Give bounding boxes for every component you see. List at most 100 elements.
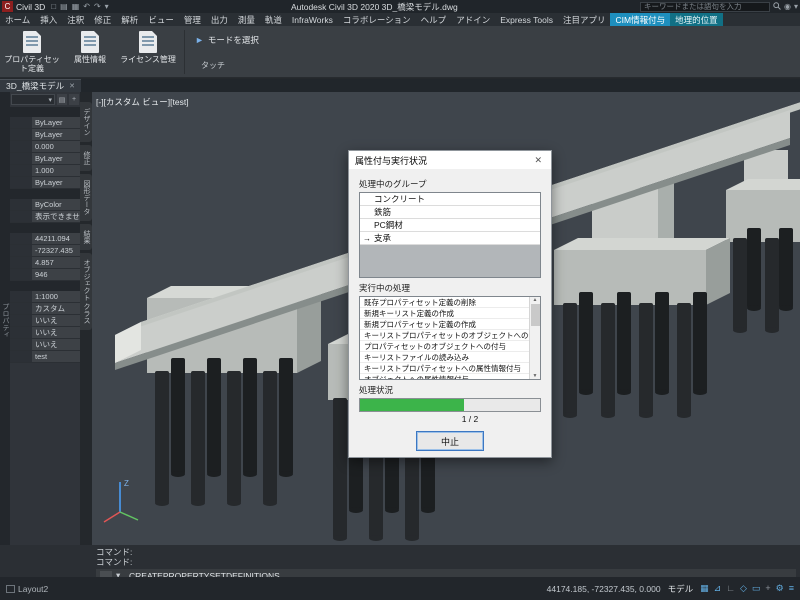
ribbon-tab-help[interactable]: ヘルプ: [416, 13, 452, 26]
property-value[interactable]: いいえ: [32, 315, 80, 326]
document-key-icon: [139, 31, 157, 53]
selection-dropdown[interactable]: ▾: [11, 94, 55, 105]
ribbon-tab-manage[interactable]: 管理: [179, 13, 206, 26]
property-value[interactable]: 946: [32, 269, 80, 280]
scroll-down-icon[interactable]: ▼: [533, 373, 538, 379]
ribbon-panel: プロパティセット定義 属性情報 ライセンス管理 ► モードを選択 タッチ: [0, 26, 800, 78]
property-value[interactable]: ByColor: [32, 199, 80, 210]
app-menu-button[interactable]: Civil 3D: [16, 2, 45, 12]
ortho-icon[interactable]: ∟: [726, 583, 735, 594]
palette-tab[interactable]: 図形データ: [80, 174, 92, 221]
add-selection-icon[interactable]: +: [69, 94, 79, 105]
license-manage-button[interactable]: ライセンス管理: [120, 29, 176, 64]
search-icon[interactable]: [773, 2, 781, 12]
ribbon-tab-annotate[interactable]: 注釈: [62, 13, 89, 26]
property-value[interactable]: 1.000: [32, 165, 80, 176]
ribbon-tab-cim-info[interactable]: CIM情報付与: [610, 13, 670, 26]
ucs-axis-icon: Z: [100, 474, 144, 526]
ribbon-tab-modify[interactable]: 修正: [89, 13, 116, 26]
signin-icon[interactable]: ◉: [784, 2, 791, 11]
pier-far-right: [726, 150, 800, 333]
ribbon-tab-output[interactable]: 出力: [206, 13, 233, 26]
property-value[interactable]: いいえ: [32, 339, 80, 350]
layout-tab[interactable]: Layout2: [6, 584, 48, 594]
cancel-button[interactable]: 中止: [416, 431, 484, 451]
property-value[interactable]: test: [32, 351, 80, 362]
customize-icon[interactable]: ≡: [789, 583, 794, 594]
group-row-current: →支承: [360, 232, 540, 245]
ribbon-tab-featured-apps[interactable]: 注目アプリ: [558, 13, 611, 26]
ribbon-tab-geolocation[interactable]: 地理的位置: [670, 13, 723, 26]
palette-tab[interactable]: デザイン: [80, 102, 92, 142]
save-file-icon[interactable]: ▦: [72, 2, 80, 11]
scrollbar-thumb[interactable]: [531, 304, 540, 326]
close-tab-icon[interactable]: ✕: [69, 82, 75, 90]
property-row: いいえ: [10, 327, 80, 339]
property-value[interactable]: 0.000: [32, 141, 80, 152]
grid-icon[interactable]: ▦: [700, 583, 709, 594]
ribbon-tab-infraworks[interactable]: InfraWorks: [287, 13, 338, 26]
ribbon-tab-addins[interactable]: アドイン: [451, 13, 495, 26]
property-value[interactable]: ByLayer: [32, 129, 80, 140]
property-set-definition-button[interactable]: プロパティセット定義: [4, 29, 60, 73]
palette-tab[interactable]: 結果: [80, 224, 92, 250]
application-window: C Civil 3D □ ▤ ▦ ↶ ↷ ▾ Autodesk Civil 3D…: [0, 0, 800, 600]
palette-title-vertical[interactable]: プロパティ: [0, 92, 10, 545]
property-value[interactable]: いいえ: [32, 327, 80, 338]
tracking-icon[interactable]: +: [765, 583, 770, 594]
palette-body: ▾ ▤ + ByLayer ByLayer 0.000 ByLayer 1.00…: [10, 92, 80, 545]
dialog-close-icon[interactable]: ✕: [531, 155, 545, 166]
apps-menu-icon[interactable]: ▾: [794, 2, 798, 11]
property-value[interactable]: 表示できません: [32, 211, 80, 222]
undo-icon[interactable]: ↶: [83, 2, 90, 11]
scroll-up-icon[interactable]: ▲: [533, 297, 538, 303]
ribbon-tab-rail[interactable]: 軌道: [260, 13, 287, 26]
touch-panel-caption: タッチ: [201, 60, 225, 71]
ribbon-tab-express-tools[interactable]: Express Tools: [495, 13, 558, 26]
ribbon-tab-analyze[interactable]: 解析: [116, 13, 143, 26]
ribbon-tab-view[interactable]: ビュー: [143, 13, 179, 26]
attribute-progress-dialog: 属性付与実行状況 ✕ 処理中のグループ コンクリート 鉄筋 PC鋼材 →支承 実…: [348, 150, 552, 458]
property-value[interactable]: ByLayer: [32, 117, 80, 128]
civil3d-logo-icon[interactable]: C: [2, 1, 13, 12]
property-value[interactable]: -72327.435: [32, 245, 80, 256]
property-value[interactable]: 44211.094: [32, 233, 80, 244]
property-value[interactable]: 1:1000: [32, 291, 80, 302]
group-row: コンクリート: [360, 193, 540, 206]
property-value[interactable]: ByLayer: [32, 153, 80, 164]
touch-panel: ► モードを選択 タッチ: [191, 29, 263, 71]
polar-icon[interactable]: ◇: [740, 583, 747, 594]
redo-icon[interactable]: ↷: [94, 2, 101, 11]
file-tab-active[interactable]: 3D_橋梁モデル ✕: [0, 79, 81, 92]
command-window[interactable]: コマンド: コマンド: ▾ _CREATEPROPERTYSETDEFINITI…: [0, 545, 800, 577]
workspace-icon[interactable]: ⚙: [776, 583, 784, 594]
property-value[interactable]: ByLayer: [32, 177, 80, 188]
snap-icon[interactable]: ⊿: [714, 583, 722, 594]
attribute-info-button[interactable]: 属性情報: [62, 29, 118, 64]
open-file-icon[interactable]: ▤: [60, 2, 68, 11]
process-row: 新規プロパティセット定義の作成: [360, 319, 540, 330]
palette-tab[interactable]: 修正: [80, 145, 92, 171]
ribbon-tab-survey[interactable]: 測量: [233, 13, 260, 26]
command-history-line: コマンド:: [96, 557, 800, 567]
ribbon-tab-insert[interactable]: 挿入: [35, 13, 62, 26]
new-file-icon[interactable]: □: [51, 2, 56, 11]
status-toggle-icons: ▦ ⊿ ∟ ◇ ▭ + ⚙ ≡: [700, 583, 794, 594]
viewport-controls-label[interactable]: [-][カスタム ビュー][test]: [96, 96, 189, 108]
dialog-titlebar[interactable]: 属性付与実行状況 ✕: [349, 151, 551, 169]
osnap-icon[interactable]: ▭: [752, 583, 761, 594]
ribbon-tab-home[interactable]: ホーム: [0, 13, 35, 26]
document-pencil-icon: [23, 31, 41, 53]
process-list-scrollbar[interactable]: ▲ ▼: [529, 297, 540, 379]
property-value[interactable]: カスタム: [32, 303, 80, 314]
property-value[interactable]: 4.857: [32, 257, 80, 268]
property-row: カスタム: [10, 303, 80, 315]
property-row: 44211.094: [10, 233, 80, 245]
select-mode-button[interactable]: ► モードを選択: [191, 32, 263, 48]
group-list: コンクリート 鉄筋 PC鋼材 →支承: [359, 192, 541, 278]
ribbon-tab-collaborate[interactable]: コラボレーション: [338, 13, 416, 26]
palette-tab[interactable]: オブジェクト クラス: [80, 253, 92, 330]
quick-select-icon[interactable]: ▤: [57, 94, 67, 105]
model-space-button[interactable]: モデル: [668, 583, 694, 595]
help-search-input[interactable]: [640, 2, 770, 12]
